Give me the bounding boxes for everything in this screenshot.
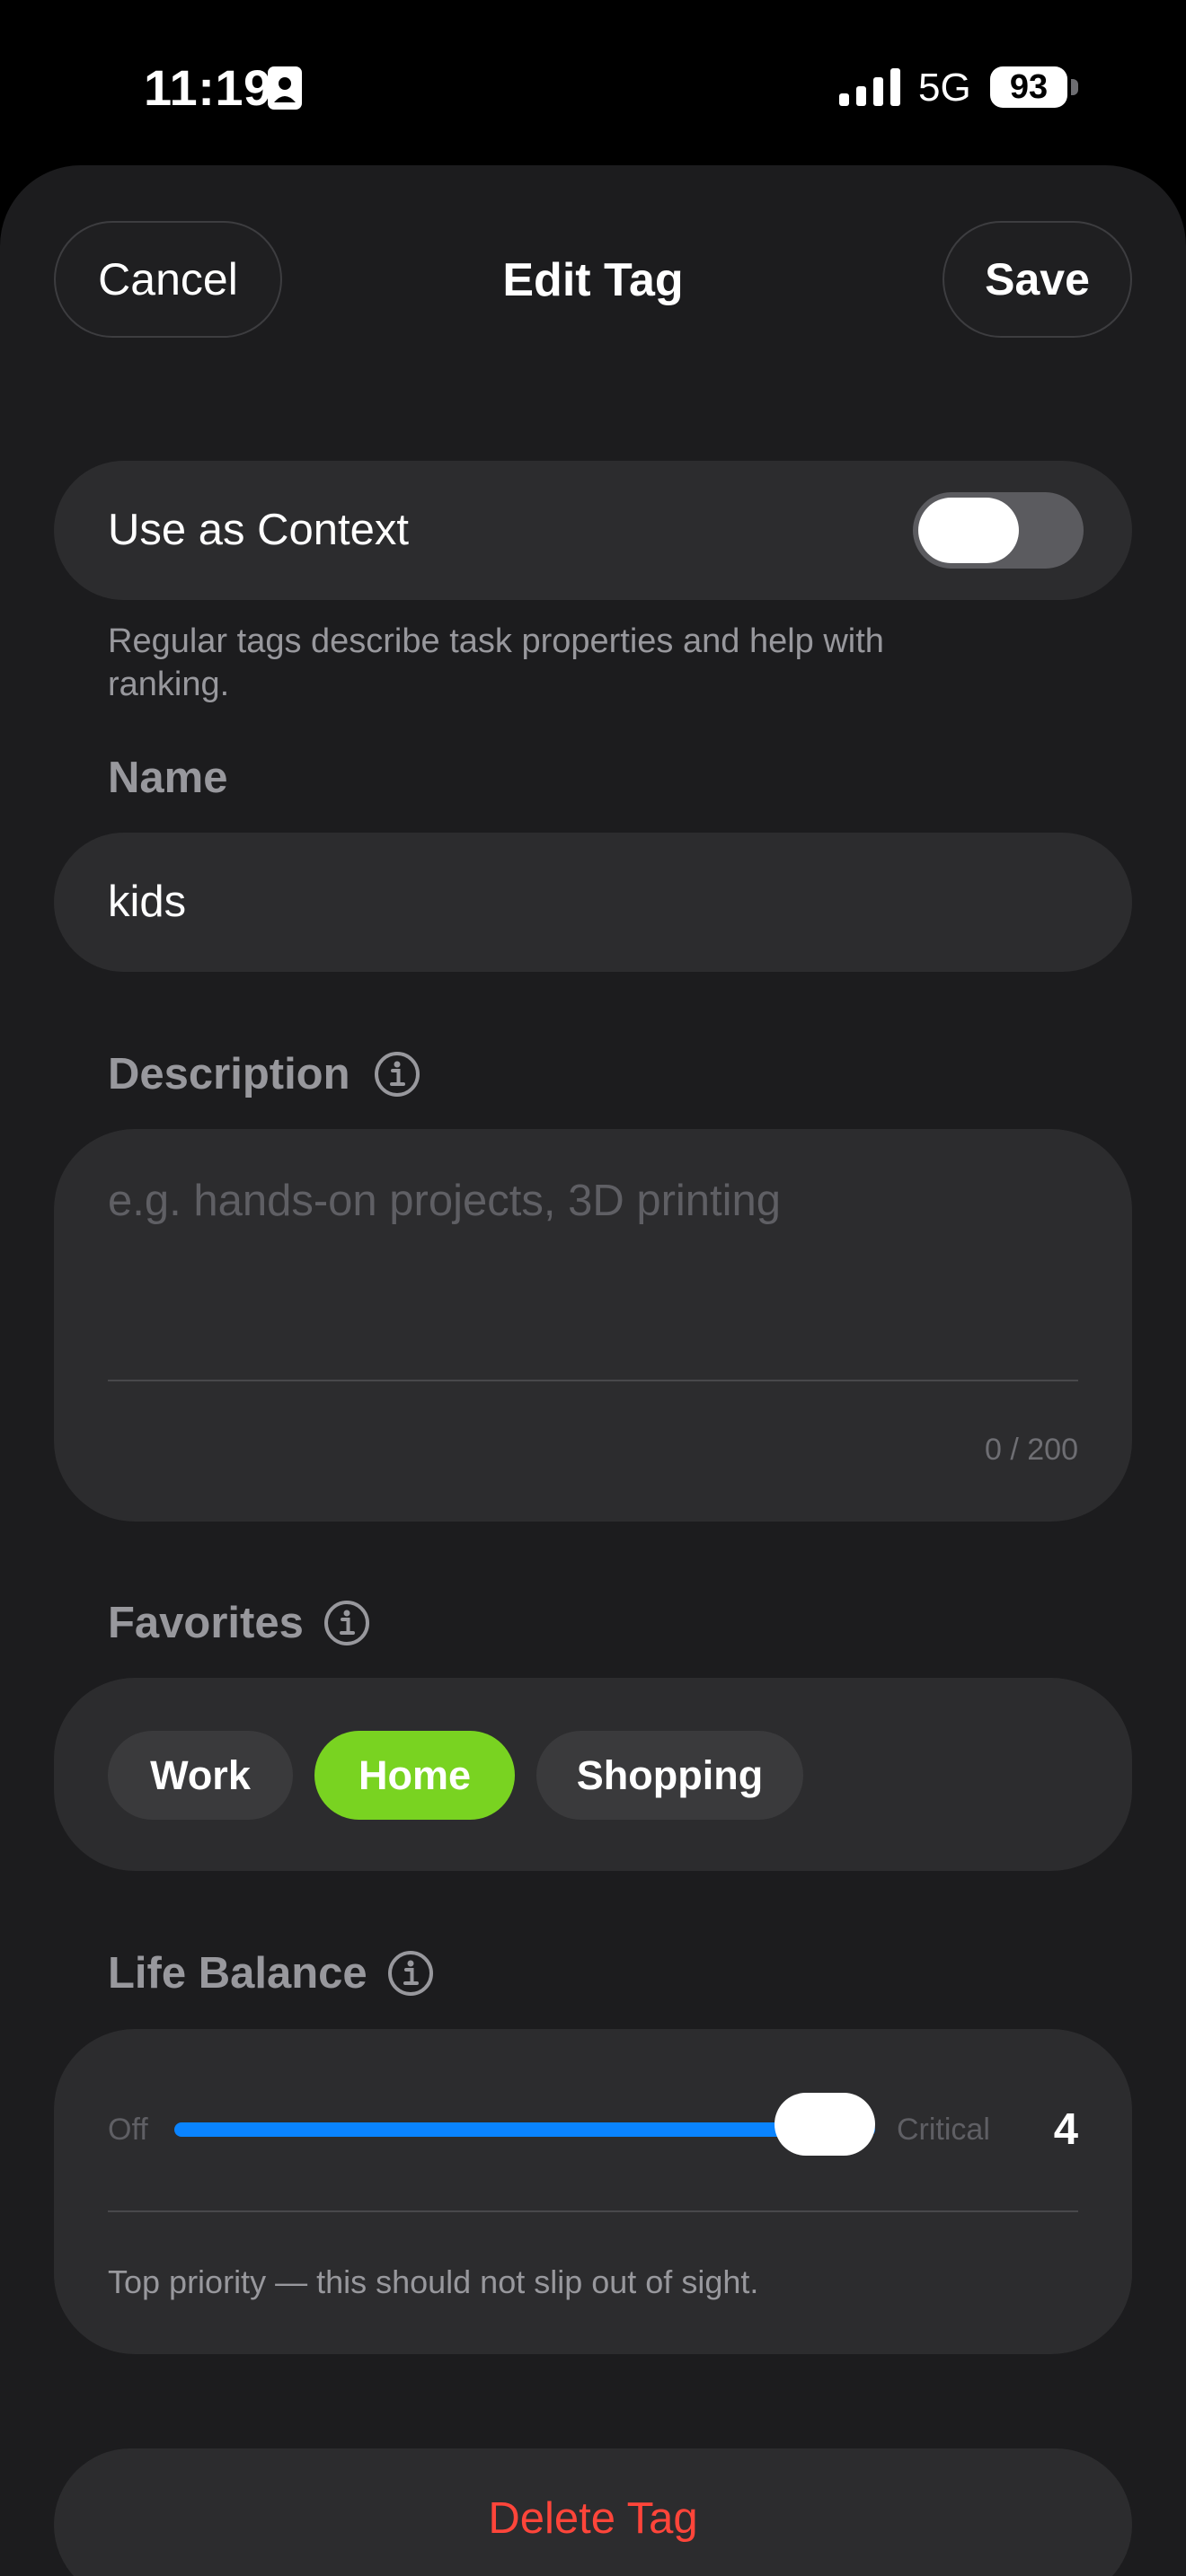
favorites-card: Work Home Shopping xyxy=(54,1678,1132,1871)
context-row: Use as Context xyxy=(54,461,1132,600)
save-button[interactable]: Save xyxy=(943,221,1132,338)
delete-tag-label[interactable]: Delete Tag xyxy=(54,2448,1132,2576)
name-value[interactable]: kids xyxy=(108,833,186,972)
description-info-icon[interactable] xyxy=(374,1051,420,1098)
slider-max-label: Critical xyxy=(897,2113,990,2147)
life-balance-info-icon[interactable] xyxy=(387,1950,434,1997)
context-toggle[interactable] xyxy=(913,492,1084,569)
favorite-chip-work[interactable]: Work xyxy=(108,1731,293,1820)
context-label: Use as Context xyxy=(108,506,409,554)
delete-tag-button[interactable]: Delete Tag xyxy=(54,2448,1132,2576)
life-balance-slider-track[interactable] xyxy=(174,2122,875,2137)
description-char-counter: 0 / 200 xyxy=(985,1433,1078,1467)
context-help-text: Regular tags describe task properties an… xyxy=(108,622,884,703)
cellular-signal-icon xyxy=(839,68,900,106)
description-section-label: Description xyxy=(108,1050,350,1098)
name-section-label: Name xyxy=(108,754,228,802)
sheet-title: Edit Tag xyxy=(502,254,684,306)
description-divider xyxy=(108,1380,1078,1381)
favorites-section-label: Favorites xyxy=(108,1599,304,1647)
life-balance-description: Top priority — this should not slip out … xyxy=(108,2263,759,2300)
id-badge-icon xyxy=(268,66,302,110)
toggle-knob xyxy=(918,498,1019,563)
favorite-chip-home[interactable]: Home xyxy=(314,1731,515,1820)
cancel-button[interactable]: Cancel xyxy=(54,221,282,338)
life-balance-divider xyxy=(108,2210,1078,2212)
battery-icon: 93 xyxy=(990,66,1067,108)
favorite-chip-shopping[interactable]: Shopping xyxy=(536,1731,803,1820)
life-balance-value: 4 xyxy=(1053,2105,1078,2154)
description-placeholder[interactable]: e.g. hands-on projects, 3D printing xyxy=(108,1165,781,1237)
life-balance-card: Off Critical 4 Top priority — this shoul… xyxy=(54,2029,1132,2354)
status-time: 11:19 xyxy=(144,59,272,116)
network-type: 5G xyxy=(918,66,971,110)
favorites-info-icon[interactable] xyxy=(323,1600,370,1646)
life-balance-section-label: Life Balance xyxy=(108,1949,367,1998)
description-field[interactable]: e.g. hands-on projects, 3D printing 0 / … xyxy=(54,1129,1132,1522)
status-bar: 11:19 5G 93 xyxy=(0,0,1186,171)
battery-cap xyxy=(1071,79,1078,95)
slider-min-label: Off xyxy=(108,2113,148,2147)
life-balance-slider-thumb[interactable] xyxy=(774,2093,875,2156)
name-field[interactable]: kids xyxy=(54,833,1132,972)
